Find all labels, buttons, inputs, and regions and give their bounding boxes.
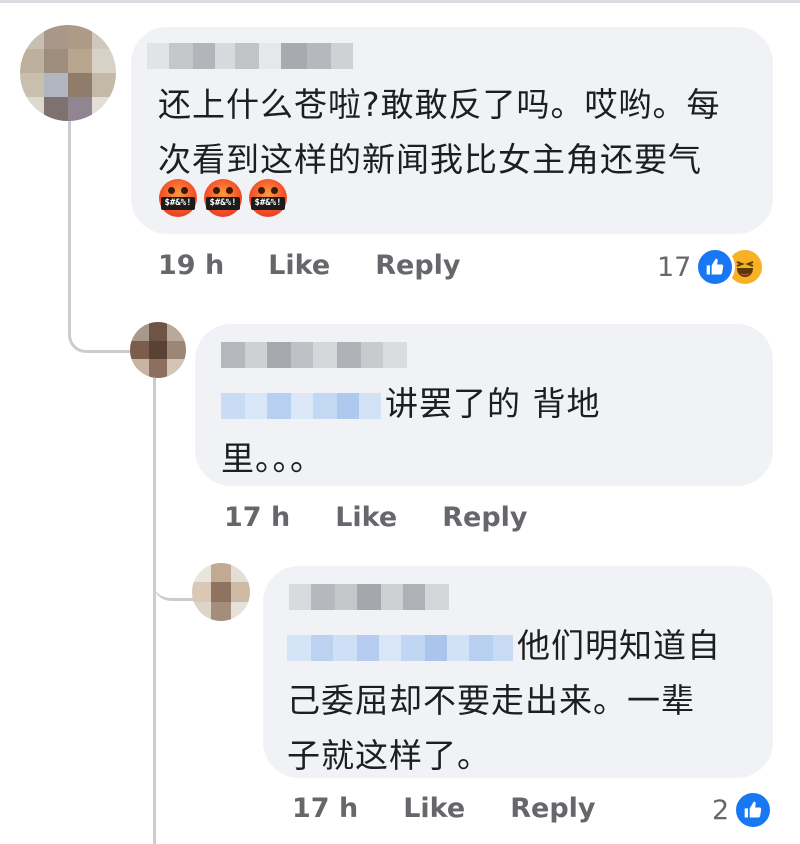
comment-meta: 19 h Like Reply bbox=[158, 250, 461, 281]
thread-connector-1 bbox=[68, 118, 131, 353]
comment-text: 讲罢了的 背地 里。。。 bbox=[221, 384, 601, 478]
timestamp[interactable]: 19 h bbox=[158, 250, 224, 281]
like-button[interactable]: Like bbox=[403, 793, 465, 824]
reply-button[interactable]: Reply bbox=[510, 793, 595, 824]
thread-line-2 bbox=[153, 378, 156, 844]
author-name-blurred[interactable] bbox=[289, 584, 449, 610]
like-button[interactable]: Like bbox=[268, 250, 330, 281]
comment-bubble: 他们明知道自 己委屈却不要走出来。一辈 子就这样了。 bbox=[263, 566, 773, 778]
like-button[interactable]: Like bbox=[335, 502, 397, 533]
mention-tag-blurred[interactable] bbox=[221, 393, 381, 419]
reaction-summary[interactable]: 17 bbox=[657, 247, 766, 287]
pouting-symbols-emoji: $#&%! bbox=[159, 179, 197, 217]
reply-button[interactable]: Reply bbox=[442, 502, 527, 533]
comment-meta: 17 h Like Reply bbox=[224, 502, 528, 533]
reaction-summary[interactable]: 2 bbox=[712, 790, 774, 830]
pouting-symbols-emoji: $#&%! bbox=[204, 179, 242, 217]
thread-connector-2 bbox=[153, 560, 195, 601]
timestamp[interactable]: 17 h bbox=[292, 793, 358, 824]
emoji-row: $#&%! $#&%! $#&%! bbox=[159, 179, 287, 217]
reaction-count: 17 bbox=[657, 251, 692, 283]
author-name-blurred[interactable] bbox=[221, 342, 407, 368]
comment-meta: 17 h Like Reply bbox=[292, 793, 596, 824]
reaction-count: 2 bbox=[712, 794, 730, 826]
like-icon bbox=[733, 790, 774, 830]
avatar[interactable] bbox=[20, 25, 116, 121]
comment-text: 还上什么苍啦?敢敢反了吗。哎哟。每 次看到这样的新闻我比女主角还要气 bbox=[158, 85, 721, 179]
mention-tag-blurred[interactable] bbox=[287, 635, 513, 661]
comment-text: 他们明知道自 己委屈却不要走出来。一辈 子就这样了。 bbox=[287, 626, 721, 775]
author-name-blurred[interactable] bbox=[147, 43, 353, 69]
avatar[interactable] bbox=[130, 322, 186, 378]
pouting-symbols-emoji: $#&%! bbox=[249, 179, 287, 217]
top-divider bbox=[0, 0, 800, 3]
comment-bubble: 讲罢了的 背地 里。。。 bbox=[195, 324, 773, 486]
comment-bubble: 还上什么苍啦?敢敢反了吗。哎哟。每 次看到这样的新闻我比女主角还要气 $#&%!… bbox=[131, 27, 773, 234]
reply-button[interactable]: Reply bbox=[375, 250, 460, 281]
timestamp[interactable]: 17 h bbox=[224, 502, 290, 533]
avatar[interactable] bbox=[192, 563, 250, 621]
like-icon bbox=[695, 247, 736, 287]
